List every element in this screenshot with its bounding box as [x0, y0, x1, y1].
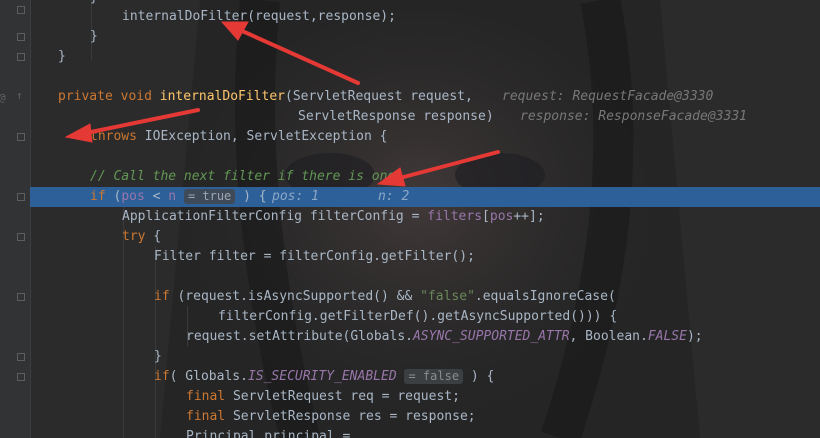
- code-text: ) {: [463, 369, 495, 384]
- code-text: Principal principal =: [186, 429, 351, 438]
- code-line[interactable]: Principal principal =: [30, 427, 820, 438]
- code-text: (request.isAsyncSupported() &&: [169, 289, 421, 304]
- keyword: throws: [90, 129, 137, 144]
- code-text: Filter filter = filterConfig.getFilter()…: [154, 249, 475, 264]
- code-line[interactable]: internalDoFilter(request,response);: [30, 7, 820, 27]
- keyword: void: [120, 89, 152, 104]
- code-text: request.setAttribute(Globals.ASYNC_SUPPO…: [186, 327, 703, 347]
- constant: ASYNC_SUPPORTED_ATTR: [412, 329, 570, 344]
- code-comment: // Call the next filter if there is one: [90, 169, 396, 184]
- keyword: if: [154, 289, 170, 304]
- code-line[interactable]: final ServletResponse res = response;: [30, 407, 820, 427]
- field: filters: [427, 209, 483, 224]
- inline-debug-hint: pos: 1: [272, 189, 319, 204]
- code-line[interactable]: if (request.isAsyncSupported() && "false…: [30, 287, 820, 307]
- code-text: ++];: [513, 209, 545, 224]
- code-text: }: [58, 49, 66, 64]
- code-text: if (pos < n = true ) {: [90, 187, 267, 207]
- code-line[interactable]: private void internalDoFilter(ServletReq…: [30, 87, 820, 107]
- code-text: [: [482, 209, 490, 224]
- keyword: if: [90, 189, 106, 204]
- code-line[interactable]: filterConfig.getFilterDef().getAsyncSupp…: [30, 307, 820, 327]
- variable: pos: [489, 209, 514, 224]
- variable: pos: [121, 189, 145, 204]
- code-editor[interactable]: @ ↑ } internalDoFilter(request,response)…: [0, 0, 820, 438]
- keyword: private: [58, 89, 113, 104]
- code-text: (ServletRequest request,: [285, 89, 473, 104]
- current-execution-line[interactable]: if (pos < n = true ) { pos: 1 n: 2: [30, 187, 820, 207]
- code-text: );: [686, 329, 703, 344]
- code-line[interactable]: ServletResponse response) response: Resp…: [30, 107, 820, 127]
- code-text: if( Globals.IS_SECURITY_ENABLED = false …: [154, 367, 494, 387]
- keyword: if: [154, 369, 170, 384]
- code-text: ServletRequest req = request;: [225, 389, 460, 404]
- code-line[interactable]: if( Globals.IS_SECURITY_ENABLED = false …: [30, 367, 820, 387]
- code-text: <: [144, 189, 169, 204]
- fold-icon[interactable]: [17, 233, 25, 241]
- breakpoint-at-icon: @: [0, 91, 6, 104]
- string-literal: "false": [420, 289, 475, 304]
- fold-icon[interactable]: [17, 133, 25, 141]
- keyword: try: [122, 229, 146, 244]
- variable: n: [168, 189, 177, 204]
- inline-debug-hint: n: 2: [378, 189, 410, 204]
- code-line[interactable]: }: [30, 47, 820, 67]
- constant: IS_SECURITY_ENABLED: [247, 369, 397, 384]
- code-line[interactable]: ApplicationFilterConfig filterConfig = f…: [30, 207, 820, 227]
- editor-gutter: @ ↑: [0, 0, 31, 438]
- code-text: ApplicationFilterConfig filterConfig =: [122, 209, 428, 224]
- code-line[interactable]: }: [30, 347, 820, 367]
- code-text: (: [105, 189, 122, 204]
- evaluation-badge: = false: [404, 369, 464, 384]
- code-text: ApplicationFilterConfig filterConfig = f…: [122, 207, 545, 227]
- keyword: final: [186, 389, 226, 404]
- code-text: ( Globals.: [169, 369, 248, 384]
- evaluation-badge: = true: [183, 189, 236, 204]
- fold-icon[interactable]: [17, 53, 25, 61]
- method-signature: private void internalDoFilter(ServletReq…: [58, 87, 473, 107]
- constant: FALSE: [647, 329, 687, 344]
- fold-icon[interactable]: [17, 293, 25, 301]
- code-text: ) {: [235, 189, 267, 204]
- code-text: IOException, ServletException {: [136, 129, 388, 144]
- code-text: }: [154, 349, 162, 364]
- inline-debug-hint: request: RequestFacade@3330: [502, 89, 714, 104]
- code-text: request.setAttribute(Globals.: [186, 329, 413, 344]
- code-text: filterConfig.getFilterDef().getAsyncSupp…: [218, 309, 618, 324]
- code-text: final ServletRequest req = request;: [186, 387, 460, 407]
- code-line[interactable]: // Call the next filter if there is one: [30, 167, 820, 187]
- code-line[interactable]: final ServletRequest req = request;: [30, 387, 820, 407]
- code-line[interactable]: request.setAttribute(Globals.ASYNC_SUPPO…: [30, 327, 820, 347]
- code-text: final ServletResponse res = response;: [186, 407, 476, 427]
- inline-debug-hint: response: ResponseFacade@3331: [520, 109, 747, 124]
- code-text: try {: [122, 227, 161, 247]
- keyword: final: [186, 409, 226, 424]
- fold-icon[interactable]: [17, 373, 25, 381]
- code-text: internalDoFilter(request,response);: [122, 9, 396, 24]
- fold-icon[interactable]: [17, 193, 25, 201]
- code-text: }: [90, 29, 98, 44]
- code-text: if (request.isAsyncSupported() && "false…: [154, 287, 616, 307]
- code-line[interactable]: throws IOException, ServletException {: [30, 127, 820, 147]
- code-text: throws IOException, ServletException {: [90, 127, 387, 147]
- fold-icon[interactable]: [17, 6, 25, 14]
- fold-icon[interactable]: [17, 353, 25, 361]
- fold-icon[interactable]: [17, 33, 25, 41]
- code-line[interactable]: Filter filter = filterConfig.getFilter()…: [30, 247, 820, 267]
- code-text: {: [145, 229, 162, 244]
- code-line[interactable]: try {: [30, 227, 820, 247]
- code-text: .equalsIgnoreCase(: [474, 289, 616, 304]
- implements-icon[interactable]: ↑: [16, 89, 23, 102]
- code-text: ServletResponse res = response;: [225, 409, 476, 424]
- code-line[interactable]: }: [30, 27, 820, 47]
- code-text: ServletResponse response): [298, 109, 494, 124]
- method-name: internalDoFilter: [159, 89, 285, 104]
- code-text: , Boolean.: [569, 329, 648, 344]
